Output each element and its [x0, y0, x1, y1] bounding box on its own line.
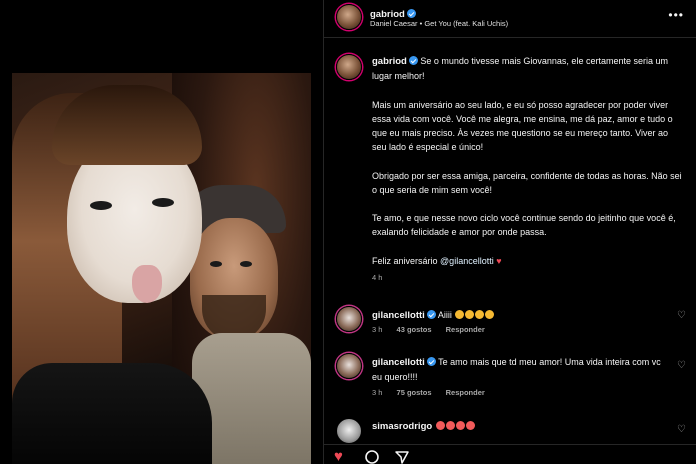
photo-eye	[90, 201, 112, 210]
photo-eye	[152, 198, 174, 207]
caption-paragraph-5: Feliz aniversário @gilancellotti ♥	[372, 254, 684, 268]
media-pane	[0, 0, 323, 464]
verified-badge-icon	[426, 310, 436, 319]
post-header: gabriod Daniel Caesar • Get You (feat. K…	[324, 0, 696, 38]
action-bar: ♥	[324, 444, 696, 464]
audio-track[interactable]: Daniel Caesar • Get You (feat. Kali Uchi…	[370, 19, 508, 28]
emoji-icon	[455, 421, 465, 430]
comment-icon[interactable]	[364, 449, 380, 464]
caption-avatar[interactable]	[336, 54, 362, 80]
post-panel: gabriod Daniel Caesar • Get You (feat. K…	[324, 0, 696, 464]
photo-eye	[210, 261, 222, 267]
heart-icon[interactable]: ♡	[677, 424, 686, 435]
more-options-icon[interactable]: •••	[668, 8, 684, 22]
comment-text: Aiiii	[437, 310, 452, 320]
comment-time: 3 h	[372, 325, 383, 334]
emoji-icon	[465, 310, 475, 319]
photo-jacket	[12, 363, 212, 464]
mention-link[interactable]: @gilancellotti	[440, 256, 494, 266]
verified-badge-icon	[406, 9, 416, 18]
comment-item: gilancellotti Te amo mais que td meu amo…	[324, 350, 696, 410]
emoji-icon	[465, 421, 475, 430]
comment-avatar[interactable]	[336, 306, 362, 332]
comment-username[interactable]: gilancellotti	[372, 357, 425, 368]
caption-username[interactable]: gabriod	[372, 56, 407, 67]
post-photo[interactable]	[12, 73, 311, 464]
share-icon[interactable]	[394, 449, 410, 464]
photo-eye	[240, 261, 252, 267]
comment-likes[interactable]: 75 gostos	[397, 388, 432, 397]
emoji-icon	[455, 310, 465, 319]
caption-paragraph-3: Obrigado por ser essa amiga, parceira, c…	[372, 170, 682, 195]
verified-badge-icon	[426, 357, 436, 366]
photo-tongue	[132, 265, 162, 303]
author-avatar[interactable]	[336, 4, 362, 30]
comment-item: gilancellotti Aiiii 3 h 43 gostos Respon…	[324, 303, 696, 348]
reply-button[interactable]: Responder	[446, 388, 485, 397]
comment-likes[interactable]: 43 gostos	[397, 325, 432, 334]
comment-avatar[interactable]	[336, 418, 362, 444]
heart-icon[interactable]: ♡	[677, 310, 686, 321]
caption-paragraph-1: gabriod Se o mundo tivesse mais Giovanna…	[372, 54, 684, 83]
comment-item: simasrodrigo ♡	[324, 414, 696, 444]
reply-button[interactable]: Responder	[446, 325, 485, 334]
comment-text-row: gilancellotti Te amo mais que td meu amo…	[372, 355, 672, 384]
caption-greeting: Feliz aniversário	[372, 255, 438, 266]
heart-icon[interactable]: ♥	[334, 449, 343, 464]
comment-username[interactable]: gilancellotti	[372, 310, 425, 321]
comment-meta: 3 h 43 gostos Responder	[372, 325, 497, 334]
comment-text-row: gilancellotti Aiiii	[372, 308, 672, 323]
comment-avatar[interactable]	[336, 353, 362, 379]
emoji-icon	[485, 310, 495, 319]
comment-username[interactable]: simasrodrigo	[372, 421, 432, 432]
emoji-icon	[435, 421, 445, 430]
heart-emoji-icon: ♥	[496, 255, 502, 266]
caption-time: 4 h	[372, 272, 383, 282]
caption-paragraph-4: Te amo, e que nesse novo ciclo você cont…	[372, 213, 676, 238]
comment-meta: 3 h 75 gostos Responder	[372, 388, 497, 397]
heart-icon[interactable]: ♡	[677, 360, 686, 371]
comment-text-row: simasrodrigo	[372, 419, 672, 434]
comment-time: 3 h	[372, 388, 383, 397]
caption-paragraph-2: Mais um aniversário ao seu lado, e eu só…	[372, 99, 673, 153]
verified-badge-icon	[408, 56, 418, 65]
emoji-icon	[445, 421, 455, 430]
post-caption: gabriod Se o mundo tivesse mais Giovanna…	[372, 54, 684, 285]
emoji-icon	[475, 310, 485, 319]
